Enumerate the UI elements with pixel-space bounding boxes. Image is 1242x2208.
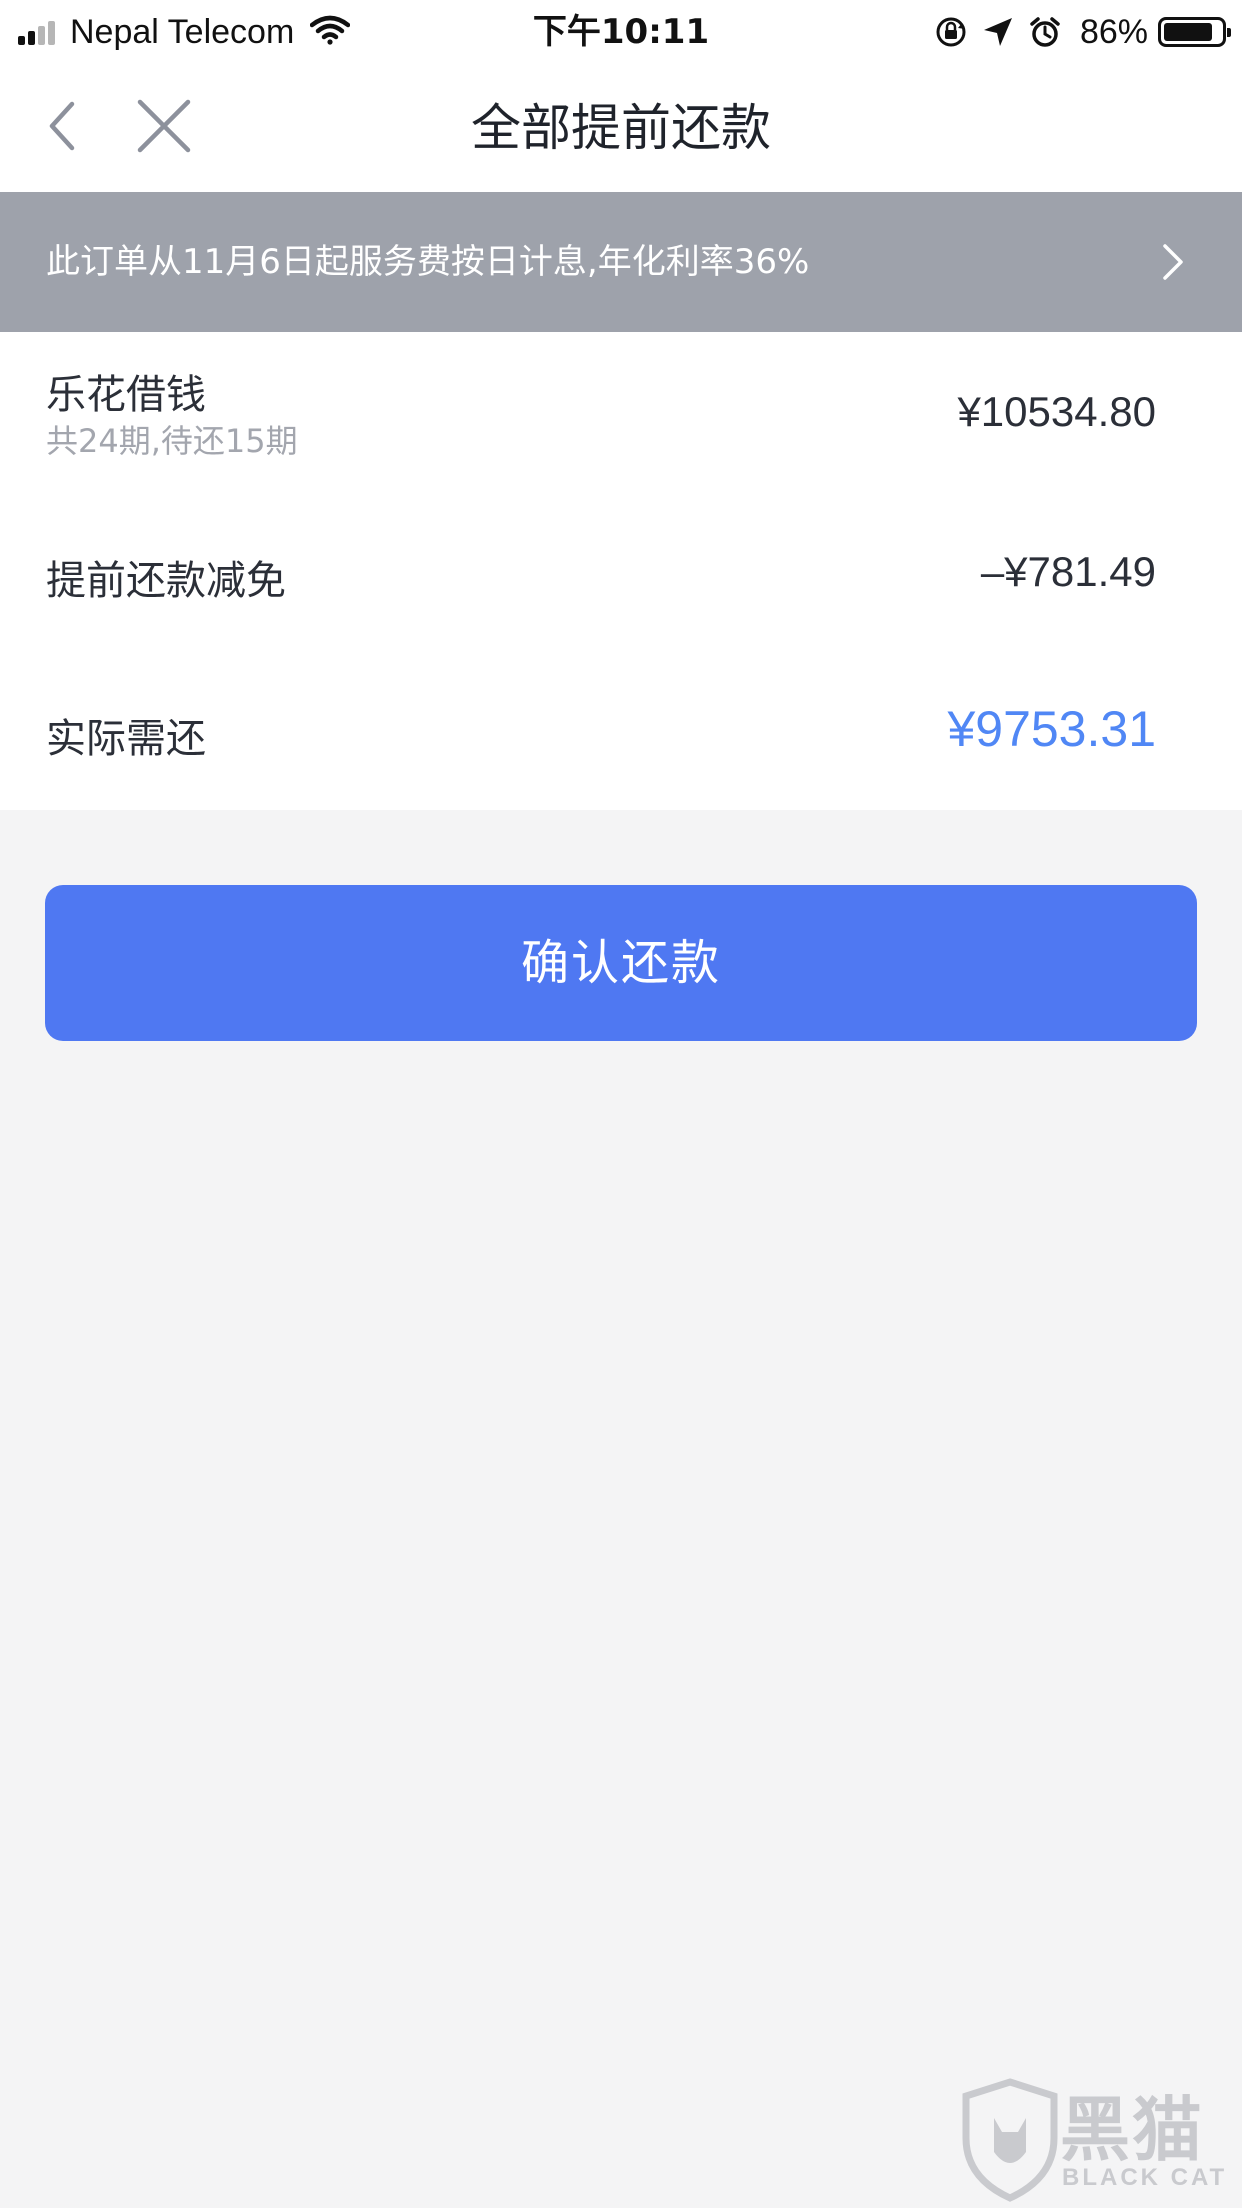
actual-repay-label: 实际需还	[46, 716, 206, 762]
battery-level-fill	[1164, 23, 1213, 41]
alarm-icon	[1028, 15, 1062, 49]
actual-repay-amount: ¥9753.31	[947, 701, 1156, 757]
loan-name: 乐花借钱	[46, 372, 206, 418]
close-button[interactable]	[130, 96, 198, 156]
interest-notice-banner[interactable]: 此订单从11月6日起服务费按日计息,年化利率36%	[0, 192, 1242, 332]
discount-label: 提前还款减免	[46, 558, 286, 604]
back-button[interactable]	[36, 96, 96, 156]
notice-text: 此订单从11月6日起服务费按日计息,年化利率36%	[46, 242, 810, 282]
battery-icon	[1158, 17, 1231, 47]
loan-periods: 共24期,待还15期	[46, 422, 298, 460]
loan-amount: ¥10534.80	[957, 388, 1156, 435]
chevron-right-icon	[1163, 244, 1183, 280]
watermark-brand-en: BLACK CAT	[1062, 2164, 1228, 2191]
chevron-left-icon	[49, 101, 75, 151]
status-bar-right: 86%	[920, 8, 1231, 56]
close-icon	[137, 99, 191, 153]
rotation-lock-icon	[934, 15, 968, 49]
watermark-brand: 黑猫	[1060, 2089, 1204, 2171]
repayment-summary-card: 乐花借钱 共24期,待还15期 ¥10534.80 提前还款减免 –¥781.4…	[0, 332, 1242, 810]
battery-percentage: 86%	[1079, 12, 1148, 51]
navigation-bar: 全部提前还款	[0, 64, 1242, 192]
location-icon	[982, 16, 1014, 48]
confirm-repayment-button[interactable]: 确认还款	[45, 885, 1197, 1041]
black-cat-watermark: 黑猫 BLACK CAT	[952, 2068, 1242, 2208]
discount-amount: –¥781.49	[980, 548, 1156, 595]
status-bar: Nepal Telecom 下午10:11 86%	[0, 0, 1242, 64]
shield-cat-icon	[962, 2078, 1058, 2202]
